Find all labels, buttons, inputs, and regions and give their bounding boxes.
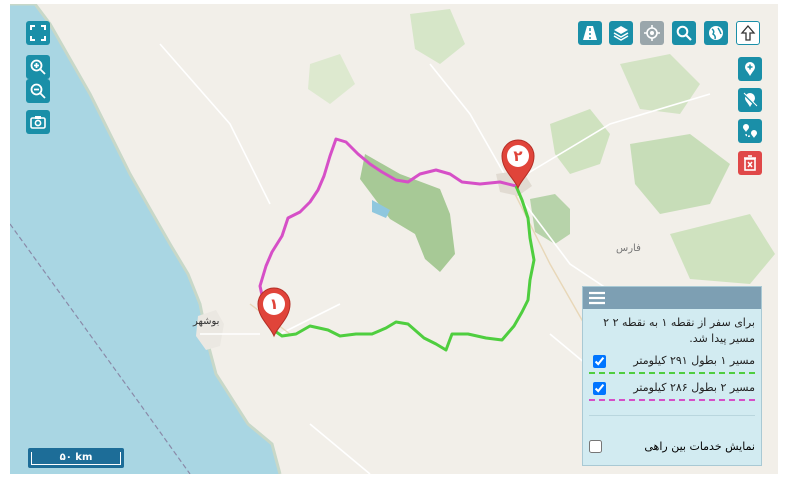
menu-icon[interactable] bbox=[588, 291, 606, 305]
city-label-bushehr: بوشهر bbox=[193, 316, 220, 327]
route-option-2[interactable]: مسیر ۲ بطول ۲۸۶ کیلومتر bbox=[589, 380, 755, 396]
services-checkbox[interactable] bbox=[589, 440, 602, 453]
delete-button[interactable] bbox=[738, 151, 762, 175]
globe-button[interactable] bbox=[704, 21, 728, 45]
search-button[interactable] bbox=[672, 21, 696, 45]
arrow-up-button[interactable] bbox=[736, 21, 760, 45]
delete-icon bbox=[744, 155, 756, 171]
panel-divider bbox=[589, 415, 755, 416]
route-panel: برای سفر از نقطه ۱ به نقطه ۲ ۲ مسیر پیدا… bbox=[582, 286, 762, 466]
clear-point-button[interactable] bbox=[738, 88, 762, 112]
search-icon bbox=[676, 25, 692, 41]
add-point-icon bbox=[745, 62, 755, 76]
traffic-button[interactable] bbox=[578, 21, 602, 45]
fullscreen-icon bbox=[30, 25, 46, 41]
zoom-out-button[interactable] bbox=[26, 79, 50, 103]
zoom-in-button[interactable] bbox=[26, 55, 50, 79]
zoom-out-icon bbox=[30, 83, 46, 99]
camera-button[interactable] bbox=[26, 110, 50, 134]
route-1-label: مسیر ۱ بطول ۲۹۱ کیلومتر bbox=[633, 354, 755, 367]
route-2-label: مسیر ۲ بطول ۲۸۶ کیلومتر bbox=[633, 381, 755, 394]
globe-icon bbox=[709, 26, 723, 40]
route-icon bbox=[743, 124, 757, 138]
services-option[interactable]: نمایش خدمات بین راهی bbox=[589, 440, 755, 453]
route-2-legend-line bbox=[589, 399, 755, 401]
locate-button[interactable] bbox=[640, 21, 664, 45]
arrow-up-icon bbox=[740, 25, 756, 41]
panel-header bbox=[583, 287, 761, 309]
marker-end-label: ۲ bbox=[513, 147, 522, 165]
scale-bar: ۵۰ km bbox=[28, 448, 124, 468]
add-point-button[interactable] bbox=[738, 57, 762, 81]
fullscreen-button[interactable] bbox=[26, 21, 50, 45]
route-summary: برای سفر از نقطه ۱ به نقطه ۲ ۲ مسیر پیدا… bbox=[603, 316, 755, 345]
scale-label: ۵۰ km bbox=[31, 451, 121, 465]
route-1-checkbox[interactable] bbox=[593, 354, 606, 368]
sea-area bbox=[10, 4, 280, 474]
clear-point-icon bbox=[743, 92, 758, 107]
layers-icon bbox=[613, 26, 629, 41]
layers-button[interactable] bbox=[609, 21, 633, 45]
camera-icon bbox=[30, 116, 46, 129]
route-1-legend-line bbox=[589, 372, 755, 374]
traffic-icon bbox=[583, 26, 597, 40]
region-label-fars: فارس bbox=[616, 243, 641, 254]
marker-start-label: ۱ bbox=[269, 295, 278, 313]
route-option-1[interactable]: مسیر ۱ بطول ۲۹۱ کیلومتر bbox=[589, 353, 755, 369]
route-2-checkbox[interactable] bbox=[593, 381, 606, 395]
locate-icon bbox=[644, 25, 660, 41]
zoom-in-icon bbox=[30, 59, 46, 75]
route-button[interactable] bbox=[738, 119, 762, 143]
services-label: نمایش خدمات بین راهی bbox=[644, 440, 755, 453]
